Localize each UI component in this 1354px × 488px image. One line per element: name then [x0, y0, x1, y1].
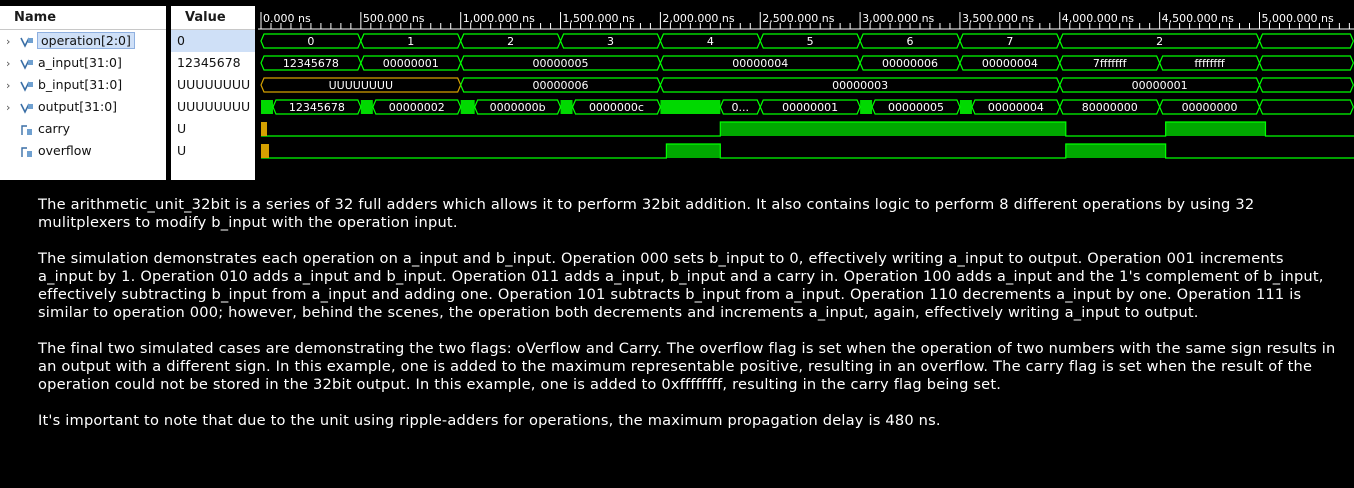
description-paragraph: The final two simulated cases are demons… [38, 340, 1336, 393]
signal-row[interactable]: › operation[2:0] [0, 30, 166, 52]
bus-value-label: 0000000b [490, 101, 546, 114]
bus-value-label: 0... [732, 101, 750, 114]
bus-value-label: 0000000c [589, 101, 644, 114]
ruler-label: 3,000.000 ns [862, 12, 934, 25]
bus-value-label: 00000005 [888, 101, 944, 114]
bit-high-region [1165, 122, 1266, 136]
bus-transition-glitch [660, 100, 721, 114]
value-column-header[interactable]: Value [171, 6, 255, 30]
bus-segment [1258, 99, 1354, 115]
chevron-right-icon[interactable]: › [6, 53, 20, 75]
bus-segment [1258, 77, 1354, 93]
bus-transition-glitch [261, 100, 273, 114]
bus-segment [1258, 33, 1354, 49]
signal-row[interactable]: carry [0, 118, 166, 140]
chevron-right-icon[interactable]: › [6, 97, 20, 119]
bus-value-label: UUUUUUUU [329, 79, 393, 92]
bus-value-label: 7fffffff [1093, 57, 1128, 70]
bus-value-label: 00000001 [383, 57, 439, 70]
bus-value-label: 2 [507, 35, 514, 48]
bit-signal-icon [21, 124, 32, 135]
signal-row[interactable]: overflow [0, 140, 166, 162]
signal-name: overflow [38, 143, 92, 158]
bus-value-label: 80000000 [1082, 101, 1138, 114]
signal-value: U [177, 143, 187, 158]
bus-value-label: 00000006 [882, 57, 938, 70]
signal-row[interactable]: › a_input[31:0] [0, 52, 166, 74]
signal-name: operation[2:0] [37, 32, 135, 49]
bus-value-label: 00000004 [982, 57, 1038, 70]
bit-high-region [720, 122, 1066, 136]
bit-undefined-region [261, 122, 267, 136]
bus-value-label: 00000006 [533, 79, 589, 92]
description-paragraph: The arithmetic_unit_32bit is a series of… [38, 196, 1255, 231]
signal-value: UUUUUUUU [177, 99, 251, 114]
description-paragraph: The simulation demonstrates each operati… [38, 250, 1324, 321]
bus-value-label: 00000003 [832, 79, 888, 92]
signal-name: output[31:0] [38, 99, 118, 114]
bit-high-region [1065, 144, 1166, 158]
bit-high-region [666, 144, 721, 158]
chevron-right-icon[interactable]: › [6, 31, 20, 53]
bus-signal-icon [20, 37, 33, 48]
bus-value-label: 12345678 [289, 101, 345, 114]
ruler-label: 5,000.000 ns [1262, 12, 1334, 25]
bus-value-label: 3 [607, 35, 614, 48]
signal-name: carry [38, 121, 70, 136]
signal-value: 0 [171, 30, 255, 52]
bus-transition-glitch [460, 100, 475, 114]
bus-value-label: 00000002 [389, 101, 445, 114]
signal-row[interactable]: › b_input[31:0] [0, 74, 166, 96]
ruler-label: 500.000 ns [363, 12, 425, 25]
chevron-right-icon[interactable]: › [6, 75, 20, 97]
bit-waveform [261, 143, 1354, 159]
signal-row[interactable]: › output[31:0] [0, 96, 166, 118]
ruler-label: 4,500.000 ns [1162, 12, 1234, 25]
bus-value-label: 00000000 [1182, 101, 1238, 114]
description-block: The arithmetic_unit_32bit is a series of… [38, 196, 1338, 448]
bus-value-label: 0 [307, 35, 314, 48]
bus-transition-glitch [959, 100, 972, 114]
bit-signal-icon [21, 146, 32, 157]
ruler-label: 2,500.000 ns [762, 12, 834, 25]
bus-signal-icon [20, 59, 33, 70]
bus-value-label: 00000001 [782, 101, 838, 114]
bus-transition-glitch [560, 100, 573, 114]
bus-value-label: 6 [907, 35, 914, 48]
bus-value-label: 00000005 [533, 57, 589, 70]
ruler-label: 3,500.000 ns [962, 12, 1034, 25]
bus-transition-glitch [860, 100, 873, 114]
ruler-label: 0.000 ns [263, 12, 311, 25]
signal-value-panel: Value 0 12345678 UUUUUUUU UUUUUUUU U U [171, 6, 255, 180]
bus-segment [1258, 55, 1354, 71]
signal-value: U [177, 121, 187, 136]
bus-value-label: 00000004 [732, 57, 788, 70]
bus-signal-icon [20, 81, 33, 92]
bus-value-label: 5 [807, 35, 814, 48]
name-column-header[interactable]: Name [0, 6, 166, 30]
ruler-label: 2,000.000 ns [662, 12, 734, 25]
bus-value-label: 1 [407, 35, 414, 48]
signal-value: UUUUUUUU [177, 77, 251, 92]
signal-name: a_input[31:0] [38, 55, 122, 70]
bus-transition-glitch [360, 100, 373, 114]
signal-name: b_input[31:0] [38, 77, 123, 92]
bus-signal-icon [20, 103, 33, 114]
description-paragraph: It's important to note that due to the u… [38, 412, 941, 429]
bus-value-label: ffffffff [1194, 57, 1225, 70]
bus-value-label: 7 [1006, 35, 1013, 48]
bus-value-label: 12345678 [283, 57, 339, 70]
ruler-label: 1,000.000 ns [463, 12, 535, 25]
signal-name-panel: Name › operation[2:0] › a_input[31:0] › b_inp… [0, 6, 166, 180]
bus-value-label: 4 [707, 35, 714, 48]
bit-undefined-region [261, 144, 269, 158]
ruler-label: 4,000.000 ns [1062, 12, 1134, 25]
bus-value-label: 00000001 [1132, 79, 1188, 92]
bus-value-label: 2 [1156, 35, 1163, 48]
waveform-viewer[interactable]: 0.000 ns 500.000 ns 1,000.000 ns 1,500.000 … [258, 6, 1354, 180]
ruler-label: 1,500.000 ns [563, 12, 635, 25]
bus-value-label: 00000004 [988, 101, 1044, 114]
signal-value: 12345678 [177, 55, 241, 70]
